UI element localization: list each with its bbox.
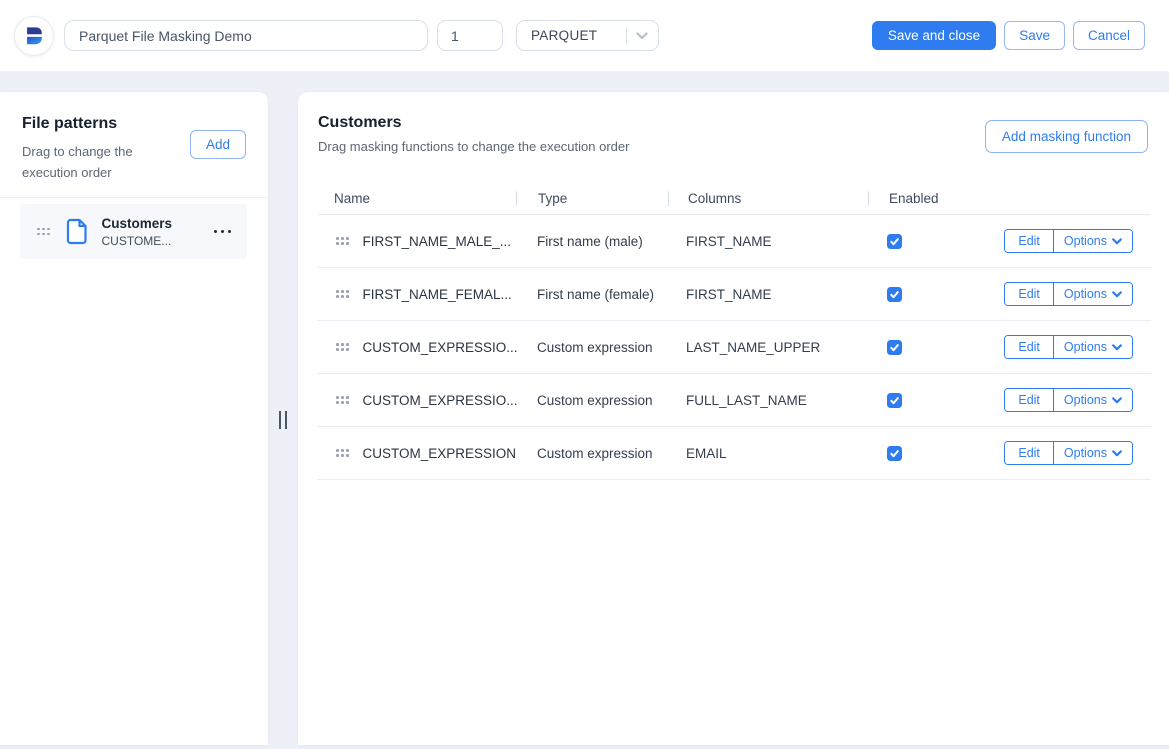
sidebar-header: File patterns Drag to change the executi… xyxy=(0,92,268,197)
drag-handle-icon[interactable] xyxy=(336,343,349,351)
masking-function-row: FIRST_NAME_MALE_... First name (male) FI… xyxy=(318,215,1151,268)
check-icon xyxy=(889,448,900,459)
format-select[interactable]: PARQUET xyxy=(516,20,659,51)
check-icon xyxy=(889,342,900,353)
chevron-down-icon xyxy=(1112,450,1122,457)
options-label: Options xyxy=(1064,340,1107,354)
row-actions: Edit Options xyxy=(1004,229,1133,253)
header-type: Type xyxy=(517,191,567,206)
function-type: First name (female) xyxy=(537,287,654,302)
enabled-checkbox[interactable] xyxy=(887,287,902,302)
save-and-close-button[interactable]: Save and close xyxy=(872,21,996,50)
drag-handle-icon[interactable] xyxy=(37,228,50,236)
content-area: File patterns Drag to change the executi… xyxy=(0,92,1169,745)
masking-function-row: FIRST_NAME_FEMAL... First name (female) … xyxy=(318,268,1151,321)
chevron-down-icon xyxy=(1112,291,1122,298)
edit-button[interactable]: Edit xyxy=(1005,442,1053,464)
item-menu-button[interactable] xyxy=(212,224,234,240)
file-pattern-subtitle: CUSTOME... xyxy=(102,234,173,248)
sidebar-resize-handle[interactable] xyxy=(279,411,287,429)
function-columns: FULL_LAST_NAME xyxy=(686,393,807,408)
panel-gap xyxy=(268,92,298,745)
options-button[interactable]: Options xyxy=(1053,336,1132,358)
chevron-down-icon xyxy=(636,32,648,40)
drag-handle-icon[interactable] xyxy=(336,290,349,298)
chevron-down-icon xyxy=(1112,238,1122,245)
save-button[interactable]: Save xyxy=(1004,21,1065,50)
row-actions: Edit Options xyxy=(1004,335,1133,359)
function-name: CUSTOM_EXPRESSION xyxy=(363,446,517,461)
select-divider xyxy=(626,28,627,44)
row-actions: Edit Options xyxy=(1004,388,1133,412)
options-label: Options xyxy=(1064,393,1107,407)
function-name: CUSTOM_EXPRESSIO... xyxy=(363,393,518,408)
function-type: Custom expression xyxy=(537,340,653,355)
enabled-checkbox[interactable] xyxy=(887,393,902,408)
chevron-down-icon xyxy=(1112,397,1122,404)
file-pattern-item[interactable]: Customers CUSTOME... xyxy=(20,204,247,259)
masking-function-row: CUSTOM_EXPRESSIO... Custom expression FU… xyxy=(318,374,1151,427)
enabled-checkbox[interactable] xyxy=(887,340,902,355)
add-file-pattern-button[interactable]: Add xyxy=(190,130,246,159)
function-columns: FIRST_NAME xyxy=(686,287,772,302)
masking-functions-table: Name Type Columns Enabled FIRST_NAME_MAL… xyxy=(318,182,1151,480)
row-actions: Edit Options xyxy=(1004,282,1133,306)
chevron-down-icon xyxy=(1112,344,1122,351)
function-columns: LAST_NAME_UPPER xyxy=(686,340,820,355)
table-header: Name Type Columns Enabled xyxy=(318,182,1151,215)
edit-button[interactable]: Edit xyxy=(1005,283,1053,305)
check-icon xyxy=(889,289,900,300)
drag-handle-icon[interactable] xyxy=(336,396,349,404)
function-type: Custom expression xyxy=(537,446,653,461)
edit-button[interactable]: Edit xyxy=(1005,230,1053,252)
function-name: FIRST_NAME_FEMAL... xyxy=(363,287,512,302)
options-label: Options xyxy=(1064,446,1107,460)
enabled-checkbox[interactable] xyxy=(887,446,902,461)
order-number-input[interactable] xyxy=(437,20,503,51)
function-name: FIRST_NAME_MALE_... xyxy=(363,234,512,249)
brand-icon xyxy=(21,23,47,49)
cancel-button[interactable]: Cancel xyxy=(1073,21,1145,50)
file-icon xyxy=(66,218,89,245)
options-label: Options xyxy=(1064,234,1107,248)
format-select-value: PARQUET xyxy=(531,28,597,43)
masking-functions-panel: Customers Drag masking functions to chan… xyxy=(298,92,1169,745)
file-pattern-text: Customers CUSTOME... xyxy=(102,216,173,248)
sidebar-subtitle: Drag to change the execution order xyxy=(22,141,172,183)
edit-button[interactable]: Edit xyxy=(1005,389,1053,411)
app-logo[interactable] xyxy=(14,16,54,56)
header-name: Name xyxy=(318,191,370,206)
options-button[interactable]: Options xyxy=(1053,389,1132,411)
masking-function-row: CUSTOM_EXPRESSION Custom expression EMAI… xyxy=(318,427,1151,480)
file-pattern-title: Customers xyxy=(102,216,173,231)
edit-button[interactable]: Edit xyxy=(1005,336,1053,358)
header-columns: Columns xyxy=(669,191,741,206)
drag-handle-icon[interactable] xyxy=(336,449,349,457)
drag-handle-icon[interactable] xyxy=(336,237,349,245)
options-button[interactable]: Options xyxy=(1053,283,1132,305)
masking-function-row: CUSTOM_EXPRESSIO... Custom expression LA… xyxy=(318,321,1151,374)
function-type: First name (male) xyxy=(537,234,643,249)
function-type: Custom expression xyxy=(537,393,653,408)
options-label: Options xyxy=(1064,287,1107,301)
row-actions: Edit Options xyxy=(1004,441,1133,465)
check-icon xyxy=(889,236,900,247)
options-button[interactable]: Options xyxy=(1053,442,1132,464)
options-button[interactable]: Options xyxy=(1053,230,1132,252)
file-patterns-sidebar: File patterns Drag to change the executi… xyxy=(0,92,268,745)
header-enabled: Enabled xyxy=(869,191,939,206)
function-columns: EMAIL xyxy=(686,446,727,461)
check-icon xyxy=(889,395,900,406)
topbar: PARQUET Save and close Save Cancel xyxy=(0,0,1169,71)
function-name: CUSTOM_EXPRESSIO... xyxy=(363,340,518,355)
add-masking-function-button[interactable]: Add masking function xyxy=(985,120,1148,153)
file-pattern-list: Customers CUSTOME... xyxy=(0,197,268,259)
table-body: FIRST_NAME_MALE_... First name (male) FI… xyxy=(318,215,1151,480)
enabled-checkbox[interactable] xyxy=(887,234,902,249)
pattern-name-input[interactable] xyxy=(64,20,428,51)
function-columns: FIRST_NAME xyxy=(686,234,772,249)
